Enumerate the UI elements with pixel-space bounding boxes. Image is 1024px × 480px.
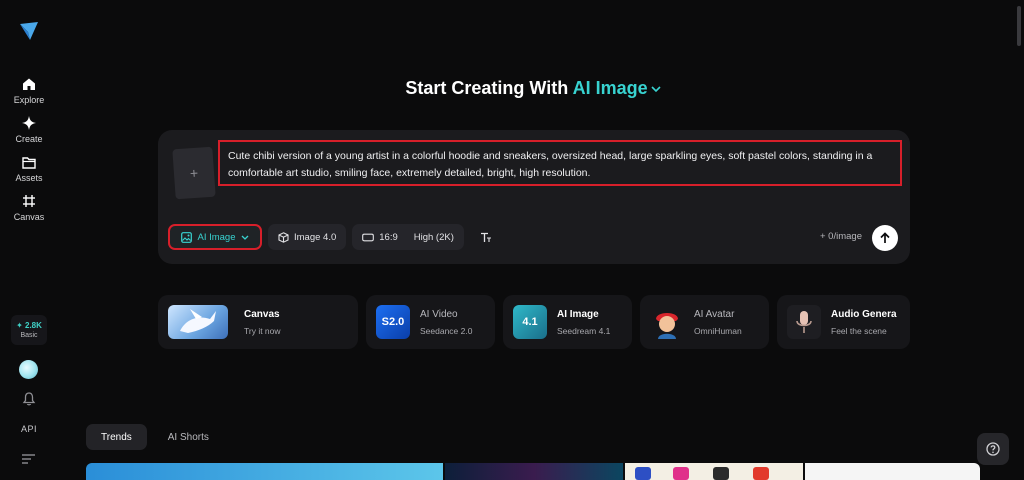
page-scrollbar[interactable] [1014, 0, 1024, 480]
chevron-down-icon [651, 86, 661, 92]
thumb-tile [673, 467, 689, 480]
card-subtitle: Feel the scene [831, 326, 887, 336]
tab-ai-shorts[interactable]: AI Shorts [153, 424, 224, 450]
help-button[interactable] [977, 433, 1009, 465]
prompt-panel: + Cute chibi version of a young artist i… [158, 130, 910, 264]
prompt-input[interactable]: Cute chibi version of a young artist in … [218, 140, 902, 186]
credits-badge[interactable]: ✦ 2.8K Basic [11, 315, 47, 345]
quality-label: High (2K) [413, 231, 454, 243]
avatar[interactable] [19, 360, 38, 379]
menu-icon[interactable] [22, 454, 35, 464]
seedance-thumbnail: S2.0 [376, 305, 410, 339]
scrollbar-thumb[interactable] [1017, 6, 1021, 46]
gallery-item[interactable] [625, 463, 803, 480]
text-style-button[interactable] [470, 224, 502, 250]
card-title: AI Video [420, 309, 458, 320]
pegasus-icon [180, 309, 216, 333]
card-title: Audio Genera [831, 309, 897, 320]
cube-icon [278, 231, 289, 243]
ratio-quality-selector[interactable]: 16:9 High (2K) [352, 224, 464, 250]
card-ai-avatar[interactable]: AI Avatar OmniHuman [640, 295, 769, 349]
mode-switcher[interactable]: AI Image [573, 78, 661, 98]
feed-tabs: Trends AI Shorts [86, 424, 224, 450]
folder-icon [21, 154, 37, 170]
generate-button[interactable] [872, 225, 898, 251]
mode-dropdown-label: AI Image [197, 231, 236, 243]
card-title: Canvas [244, 309, 280, 320]
reference-image-upload[interactable]: + [172, 146, 216, 200]
card-subtitle: Seedance 2.0 [420, 326, 473, 336]
sidebar-item-label: Canvas [13, 212, 45, 222]
seedream-thumbnail: 4.1 [513, 305, 547, 339]
trends-gallery [86, 463, 980, 480]
title-prefix: Start Creating With [405, 78, 569, 98]
microphone-thumbnail [787, 305, 821, 339]
question-icon [986, 442, 1000, 456]
seedance-badge: S2.0 [381, 316, 405, 328]
api-link[interactable]: API [21, 424, 37, 434]
card-subtitle: OmniHuman [694, 326, 742, 336]
microphone-icon [796, 311, 812, 333]
sidebar-item-label: Create [15, 134, 43, 144]
mode-dropdown[interactable]: AI Image [168, 224, 262, 250]
tab-trends[interactable]: Trends [86, 424, 147, 450]
thumb-tile [635, 467, 651, 480]
avatar-thumbnail [650, 305, 684, 339]
credit-cost: + 0/image [820, 231, 862, 242]
sidebar-item-canvas[interactable]: Canvas [0, 193, 58, 222]
card-subtitle: Try it now [244, 326, 281, 336]
plus-icon: + [189, 164, 199, 182]
credits-amount: ✦ 2.8K [16, 321, 42, 330]
model-selector[interactable]: Image 4.0 [268, 224, 347, 250]
card-canvas[interactable]: Canvas Try it now [158, 295, 358, 349]
plan-label: Basic [20, 332, 38, 339]
image-icon [181, 231, 193, 243]
app-logo-icon[interactable] [18, 20, 40, 42]
gallery-item[interactable] [805, 463, 980, 480]
seedream-badge: 4.1 [522, 316, 538, 328]
sidebar-item-label: Assets [15, 173, 43, 183]
gallery-item[interactable] [445, 463, 623, 480]
avatar-character-icon [656, 313, 678, 339]
card-audio-generation[interactable]: Audio Genera Feel the scene [777, 295, 910, 349]
card-title: AI Image [557, 309, 599, 320]
card-ai-image[interactable]: 4.1 AI Image Seedream 4.1 [503, 295, 632, 349]
bell-icon[interactable] [21, 391, 37, 407]
canvas-grid-icon [21, 193, 37, 209]
arrow-up-icon [880, 232, 890, 243]
sidebar: Explore Create Assets Canvas ✦ 2.8K Basi… [0, 0, 58, 480]
gallery-item[interactable] [86, 463, 443, 480]
aspect-ratio-icon [362, 233, 375, 241]
chevron-down-icon [241, 235, 248, 240]
aspect-ratio-label: 16:9 [379, 231, 398, 243]
page-title: Start Creating With AI Image [0, 78, 1024, 99]
prompt-toolbar: AI Image Image 4.0 16:9 High (2K) [168, 222, 502, 252]
card-ai-video[interactable]: S2.0 AI Video Seedance 2.0 [366, 295, 495, 349]
card-title: AI Avatar [694, 309, 735, 320]
card-subtitle: Seedream 4.1 [557, 326, 611, 336]
thumb-tile [713, 467, 729, 480]
thumb-tile [753, 467, 769, 480]
sparkle-icon [21, 115, 37, 131]
sidebar-item-create[interactable]: Create [0, 115, 58, 144]
text-format-icon [480, 232, 491, 242]
feature-cards: Canvas Try it now S2.0 AI Video Seedance… [158, 295, 910, 349]
pegasus-thumbnail [168, 305, 228, 339]
sidebar-item-assets[interactable]: Assets [0, 154, 58, 183]
mode-switcher-label: AI Image [572, 78, 648, 98]
model-selector-label: Image 4.0 [294, 231, 337, 243]
